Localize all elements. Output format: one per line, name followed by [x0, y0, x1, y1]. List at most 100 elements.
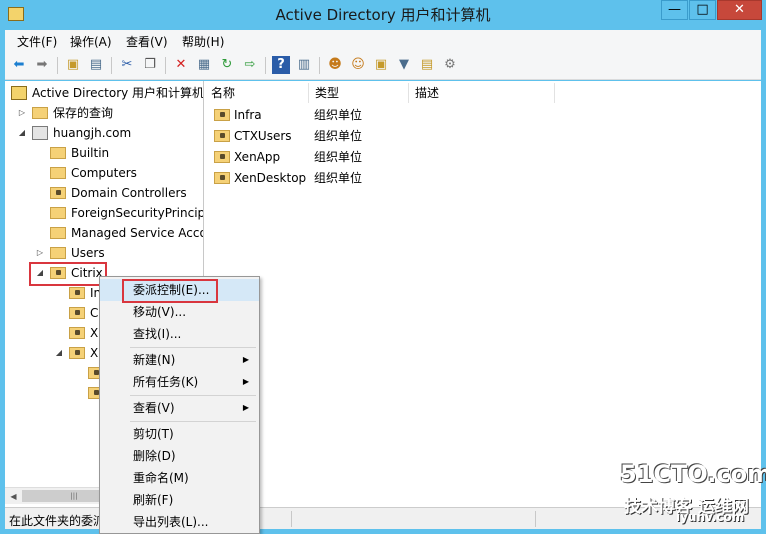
toolbar-separator [319, 57, 320, 74]
menu-action[interactable]: 操作(A) [70, 33, 112, 50]
ou-icon [214, 151, 230, 163]
item-name: Infra [234, 108, 262, 122]
tree-item-computers[interactable]: Computers [5, 163, 203, 183]
folder-icon [50, 167, 66, 179]
maximize-button[interactable]: □ [689, 0, 716, 20]
menu-bar: 文件(F) 操作(A) 查看(V) 帮助(H) [5, 30, 761, 52]
submenu-arrow-icon: ▶ [242, 377, 249, 386]
menu-item-cut[interactable]: 剪切(T) [100, 423, 259, 445]
list-item[interactable]: CTXUsers 组织单位 [205, 126, 761, 147]
tree-item-label: X [90, 346, 99, 360]
back-icon[interactable]: ⬅ [10, 56, 28, 74]
toolbar-separator [57, 57, 58, 74]
item-name: CTXUsers [234, 129, 292, 143]
ou-icon [69, 347, 85, 359]
item-name: XenDesktop [234, 171, 307, 185]
tree-item-builtin[interactable]: Builtin [5, 143, 203, 163]
copy-icon[interactable]: ❐ [141, 56, 159, 74]
item-type: 组织单位 [314, 129, 363, 143]
menu-item-find[interactable]: 查找(I)... [100, 323, 259, 345]
tree-item-domain[interactable]: ◢ huangjh.com [5, 123, 203, 143]
column-header-description[interactable]: 描述 [409, 83, 555, 103]
column-header-name[interactable]: 名称 [205, 83, 309, 103]
new-ou-icon[interactable]: ▣ [372, 56, 390, 74]
console-icon[interactable]: ▥ [295, 56, 313, 74]
minimize-button[interactable]: — [661, 0, 688, 20]
menu-file[interactable]: 文件(F) [17, 33, 57, 50]
menu-item-label: 移动(V)... [133, 305, 187, 319]
menu-item-label: 查找(I)... [133, 327, 182, 341]
domain-icon [32, 126, 48, 140]
folder-icon [50, 227, 66, 239]
list-item[interactable]: Infra 组织单位 [205, 105, 761, 126]
tree-item-users[interactable]: ▷ Users [5, 243, 203, 263]
tree-item-label: Managed Service Acco [71, 226, 204, 240]
export-icon[interactable]: ⇨ [241, 56, 259, 74]
tree-item-label: Domain Controllers [71, 186, 187, 200]
status-divider [535, 511, 536, 527]
folder-icon [50, 247, 66, 259]
expand-arrow-icon[interactable]: ▷ [35, 243, 45, 263]
item-name: XenApp [234, 150, 281, 164]
tree-item-label: 保存的查询 [53, 106, 114, 120]
show-tree-icon[interactable]: ▤ [87, 56, 105, 74]
properties-icon[interactable]: ▦ [195, 56, 213, 74]
collapse-arrow-icon[interactable]: ◢ [17, 123, 27, 143]
status-text: 在此文件夹的委派 [9, 514, 106, 528]
menu-item-move[interactable]: 移动(V)... [100, 301, 259, 323]
menu-item-rename[interactable]: 重命名(M) [100, 467, 259, 489]
submenu-arrow-icon: ▶ [242, 403, 249, 412]
menu-help[interactable]: 帮助(H) [182, 33, 224, 50]
forward-icon[interactable]: ➡ [33, 56, 51, 74]
filter-icon[interactable]: ▼ [395, 56, 413, 74]
menu-item-new[interactable]: 新建(N) ▶ [100, 349, 259, 371]
collapse-arrow-icon[interactable]: ◢ [54, 343, 64, 363]
delete-icon[interactable]: ✕ [172, 56, 190, 74]
menu-item-all-tasks[interactable]: 所有任务(K) ▶ [100, 371, 259, 393]
menu-item-refresh[interactable]: 刷新(F) [100, 489, 259, 511]
submenu-arrow-icon: ▶ [242, 355, 249, 364]
refresh-icon[interactable]: ↻ [218, 56, 236, 74]
menu-item-delete[interactable]: 删除(D) [100, 445, 259, 467]
list-item[interactable]: XenDesktop 组织单位 [205, 168, 761, 189]
menu-separator [130, 347, 256, 348]
help-icon[interactable]: ? [272, 56, 290, 74]
add-to-group-icon[interactable]: ▤ [418, 56, 436, 74]
menu-view[interactable]: 查看(V) [126, 33, 168, 50]
folder-icon [50, 147, 66, 159]
close-button[interactable]: ✕ [717, 0, 762, 20]
scroll-left-icon[interactable]: ◀ [5, 488, 22, 505]
menu-item-export-list[interactable]: 导出列表(L)... [100, 511, 259, 533]
details-pane: 名称 类型 描述 Infra 组织单位 CTXUsers 组织单位 XenApp… [205, 81, 761, 507]
status-divider [291, 511, 292, 527]
tree-item-saved-queries[interactable]: ▷ 保存的查询 [5, 103, 203, 123]
toolbar: ⬅ ➡ ▣ ▤ ✂ ❐ ✕ ▦ ↻ ⇨ ? ▥ ☻ ☺ ▣ ▼ ▤ ⚙ [5, 52, 761, 80]
delegate-icon[interactable]: ⚙ [441, 56, 459, 74]
ou-icon [214, 172, 230, 184]
tree-item-foreign-security[interactable]: ForeignSecurityPrincipa [5, 203, 203, 223]
watermark-url: iyunv.com [676, 510, 745, 524]
list-item[interactable]: XenApp 组织单位 [205, 147, 761, 168]
menu-item-label: 剪切(T) [133, 427, 174, 441]
new-group-icon[interactable]: ☺ [349, 56, 367, 74]
tree-item-label: X [90, 326, 99, 340]
folder-icon [32, 107, 48, 119]
tree-item-label: huangjh.com [53, 126, 132, 140]
item-type: 组织单位 [314, 150, 363, 164]
new-user-icon[interactable]: ☻ [326, 56, 344, 74]
cut-icon[interactable]: ✂ [118, 56, 136, 74]
tree-item-domain-controllers[interactable]: Domain Controllers [5, 183, 203, 203]
tree-item-managed-service[interactable]: Managed Service Acco [5, 223, 204, 243]
up-folder-icon[interactable]: ▣ [64, 56, 82, 74]
column-header-type[interactable]: 类型 [309, 83, 409, 103]
ou-icon [69, 307, 85, 319]
expand-arrow-icon[interactable]: ▷ [17, 103, 27, 123]
title-bar[interactable]: Active Directory 用户和计算机 — □ ✕ [0, 0, 766, 30]
window-title: Active Directory 用户和计算机 [275, 6, 491, 24]
menu-item-view[interactable]: 查看(V) ▶ [100, 397, 259, 419]
tree-item-root[interactable]: Active Directory 用户和计算机 [5, 83, 204, 103]
ou-icon [214, 130, 230, 142]
menu-item-label: 查看(V) [133, 401, 175, 415]
tree-item-label: C [90, 306, 99, 320]
tree-item-label: Active Directory 用户和计算机 [32, 86, 204, 100]
